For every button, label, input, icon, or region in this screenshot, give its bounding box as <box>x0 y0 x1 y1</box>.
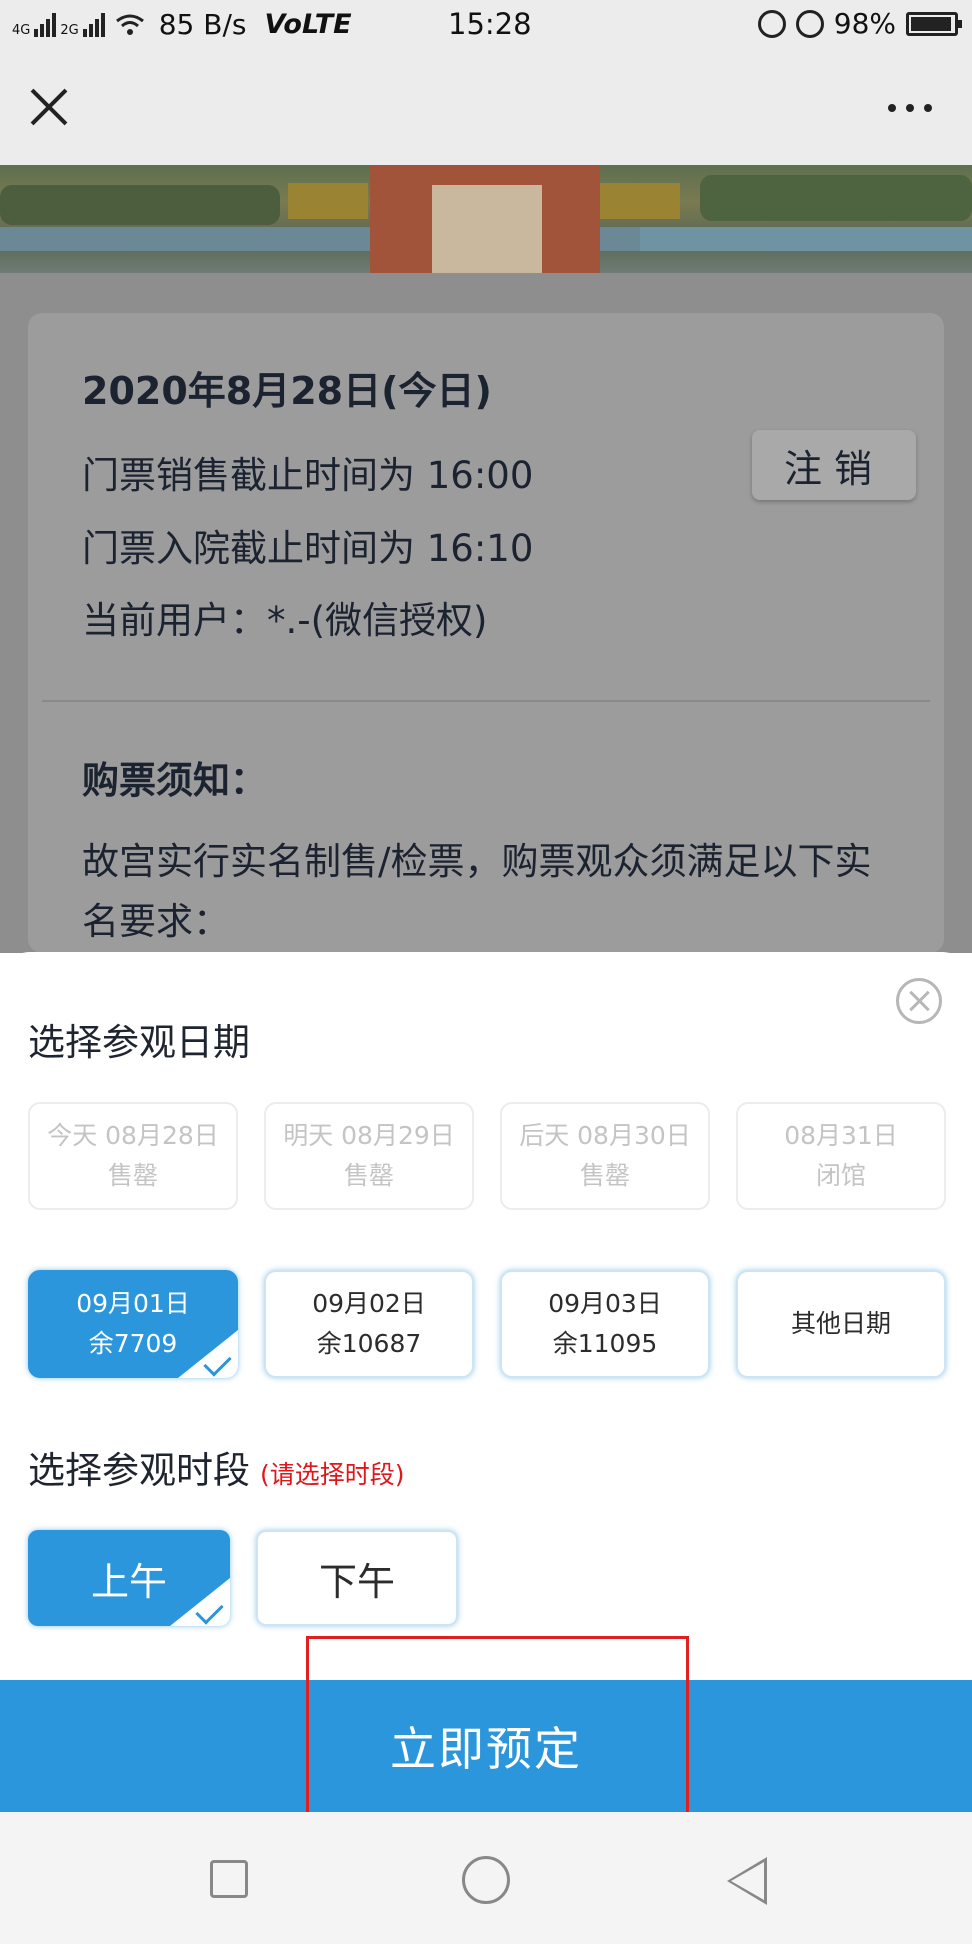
time-slot-morning[interactable]: 上午 <box>28 1530 230 1626</box>
date-card-date: 明天 08月29日 <box>283 1121 455 1150</box>
logout-button[interactable]: 注销 <box>752 430 916 500</box>
sheet-close-icon[interactable] <box>896 978 942 1024</box>
wifi-icon <box>115 14 144 35</box>
date-card-status: 售罄 <box>579 1161 630 1190</box>
network-type-label-2: 2G <box>60 22 79 38</box>
time-slot-label: 下午 <box>318 1559 395 1604</box>
battery-icon <box>906 11 962 36</box>
date-card-0829: 明天 08月29日 售罄 <box>264 1102 474 1210</box>
other-dates-label: 其他日期 <box>790 1309 891 1338</box>
status-bar: 4G 2G 85 B/s VoLTE 15:28 98% <box>0 0 972 52</box>
date-card-remaining: 余10687 <box>316 1329 422 1358</box>
date-card-date: 后天 08月30日 <box>519 1121 691 1150</box>
date-card-remaining: 余11095 <box>552 1329 658 1358</box>
date-card-status: 售罄 <box>343 1161 394 1190</box>
time-section-title: 选择参观时段 (请选择时段) <box>28 1440 405 1494</box>
date-card-status: 售罄 <box>107 1161 158 1190</box>
time-slot-afternoon[interactable]: 下午 <box>256 1530 458 1626</box>
time-section-label: 选择参观时段 <box>28 1449 250 1492</box>
notice-heading: 购票须知： <box>82 759 267 802</box>
time-slot-label: 上午 <box>90 1559 167 1604</box>
date-card-date: 09月03日 <box>548 1289 662 1318</box>
network-speed: 85 B/s <box>158 8 247 41</box>
date-card-0903[interactable]: 09月03日 余11095 <box>500 1270 710 1378</box>
clock: 15:28 <box>448 7 532 41</box>
battery-percent: 98% <box>833 7 896 40</box>
date-card-date: 09月02日 <box>312 1289 426 1318</box>
date-section-title: 选择参观日期 <box>28 1021 250 1064</box>
date-card-0902[interactable]: 09月02日 余10687 <box>264 1270 474 1378</box>
lock-rotation-icon <box>757 9 786 38</box>
time-hint: (请选择时段) <box>260 1460 405 1489</box>
date-card-0828: 今天 08月28日 售罄 <box>28 1102 238 1210</box>
date-card-date: 09月01日 <box>76 1289 190 1318</box>
home-icon[interactable] <box>462 1856 510 1904</box>
date-title: 2020年8月28日(今日) <box>82 369 492 413</box>
divider <box>42 700 930 702</box>
network-type-label: 4G <box>12 22 31 38</box>
current-user: 当前用户：*.-(微信授权) <box>82 599 488 642</box>
date-card-0830: 后天 08月30日 售罄 <box>500 1102 710 1210</box>
alarm-icon <box>795 9 824 38</box>
back-icon-inner <box>731 1862 764 1900</box>
date-card-0831: 08月31日 闭馆 <box>736 1102 946 1210</box>
date-card-status: 闭馆 <box>815 1161 866 1190</box>
date-card-date: 今天 08月28日 <box>47 1121 219 1150</box>
other-dates-button[interactable]: 其他日期 <box>736 1270 946 1378</box>
date-card-0901[interactable]: 09月01日 余7709 <box>28 1270 238 1378</box>
entry-deadline: 门票入院截止时间为 16:10 <box>82 527 534 570</box>
banner-image <box>0 165 972 273</box>
more-icon[interactable] <box>888 104 932 112</box>
notice-text: 故宫实行实名制售/检票，购票观众须满足以下实名要求： <box>82 840 872 943</box>
date-card-date: 08月31日 <box>784 1121 898 1150</box>
date-card-remaining: 余7709 <box>88 1329 178 1358</box>
recents-icon[interactable] <box>210 1860 248 1898</box>
volte-label: VoLTE <box>264 9 352 40</box>
highlight-annotation <box>306 1636 689 1818</box>
signal-icon: 4G 2G <box>12 12 105 38</box>
close-icon[interactable] <box>28 86 70 128</box>
sale-deadline: 门票销售截止时间为 16:00 <box>82 454 534 497</box>
title-bar <box>0 52 972 165</box>
